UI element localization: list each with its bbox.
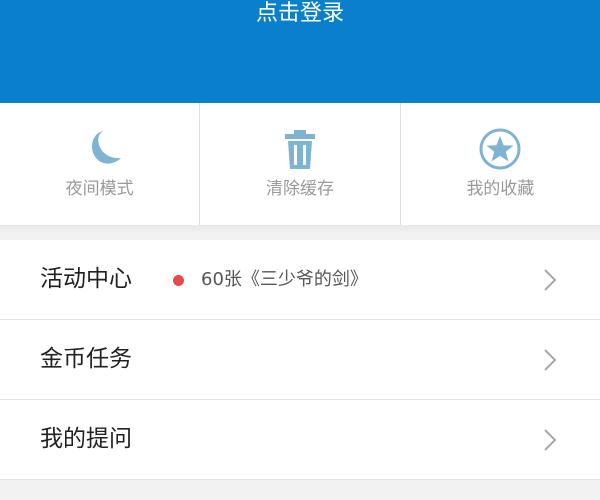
- menu-item-my-questions[interactable]: 我的提问: [0, 400, 600, 480]
- moon-icon: [91, 131, 121, 164]
- quick-actions-bar: 夜间模式 清除缓存 我的收藏: [0, 103, 600, 225]
- night-mode-button[interactable]: 夜间模式: [0, 103, 201, 225]
- my-favorites-label: 我的收藏: [466, 179, 535, 199]
- menu-item-activity-center[interactable]: 活动中心 60张《三少爷的剑》: [0, 240, 600, 320]
- login-button[interactable]: 点击登录: [0, 0, 600, 28]
- night-mode-label: 夜间模式: [65, 179, 134, 199]
- menu-list: 活动中心 60张《三少爷的剑》 金币任务 我的提问: [0, 240, 600, 480]
- my-favorites-button[interactable]: 我的收藏: [401, 103, 600, 225]
- promo-text: 60张《三少爷的剑》: [201, 269, 368, 290]
- clear-cache-label: 清除缓存: [265, 179, 334, 199]
- menu-item-coin-tasks[interactable]: 金币任务: [0, 320, 600, 400]
- trash-icon: [284, 130, 315, 169]
- header-bar: 点击登录: [0, 0, 600, 103]
- clear-cache-button[interactable]: 清除缓存: [200, 103, 401, 225]
- menu-item-label: 活动中心: [40, 266, 132, 292]
- chevron-right-icon: [544, 269, 557, 291]
- section-separator: [0, 225, 600, 234]
- promo-dot: [173, 275, 184, 286]
- chevron-right-icon: [544, 349, 557, 371]
- menu-item-label: 金币任务: [40, 346, 132, 372]
- chevron-right-icon: [544, 429, 557, 451]
- star-circle-icon: [479, 128, 521, 170]
- menu-item-label: 我的提问: [40, 426, 132, 452]
